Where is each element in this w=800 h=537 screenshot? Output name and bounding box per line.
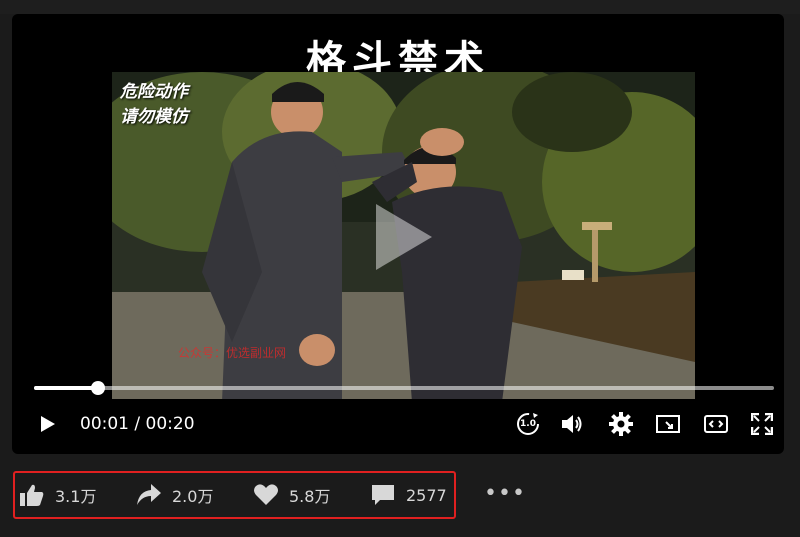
volume-icon <box>562 415 582 433</box>
share-count: 2.0万 <box>172 487 214 506</box>
share-arrow-icon <box>137 484 161 505</box>
favorite-count: 5.8万 <box>289 487 331 506</box>
theater-mode-icon <box>704 415 728 433</box>
heart-icon <box>254 484 278 505</box>
fullscreen-button[interactable] <box>749 406 775 442</box>
progress-bar-handle[interactable] <box>90 381 105 395</box>
picture-in-picture-icon <box>656 415 680 433</box>
engagement-actions: 3.1万 2.0万 5.8万 2577 <box>13 471 456 519</box>
play-icon <box>41 416 55 432</box>
thumbs-up-icon <box>20 484 44 506</box>
warning-caption: 危险动作 请勿模仿 <box>120 80 188 130</box>
video-frame[interactable]: 危险动作 请勿模仿 公众号：优选副业网 <box>112 72 695 399</box>
video-player[interactable]: 格斗禁术 危险动作 请勿模仿 公众号：优选副业网 00:01 / 00:20 1… <box>12 14 784 454</box>
comment-button[interactable]: 2577 <box>370 473 447 517</box>
top-strip <box>0 0 800 14</box>
share-button[interactable]: 2.0万 <box>136 473 213 517</box>
progress-bar-fill <box>34 386 98 390</box>
fullscreen-icon <box>751 413 773 435</box>
progress-bar[interactable] <box>34 381 774 395</box>
comment-count: 2577 <box>406 485 447 505</box>
comment-bubble-icon <box>372 485 394 505</box>
gear-icon <box>609 412 633 436</box>
more-options-button[interactable]: ••• <box>484 480 526 508</box>
playback-speed-label: 1.0 <box>520 419 536 429</box>
volume-button[interactable] <box>560 406 586 442</box>
playback-speed-button[interactable]: 1.0 <box>515 406 541 442</box>
player-controls: 00:01 / 00:20 1.0 <box>12 406 784 442</box>
like-button[interactable]: 3.1万 <box>19 473 96 517</box>
warning-caption-line-2: 请勿模仿 <box>120 107 188 127</box>
time-display: 00:01 / 00:20 <box>80 414 195 434</box>
like-count: 3.1万 <box>55 487 97 506</box>
play-button[interactable] <box>36 406 60 442</box>
settings-button[interactable] <box>608 406 634 442</box>
picture-in-picture-button[interactable] <box>654 406 682 442</box>
warning-caption-line-1: 危险动作 <box>120 82 188 102</box>
theater-mode-button[interactable] <box>702 406 730 442</box>
center-play-icon[interactable] <box>374 202 434 272</box>
watermark-text: 公众号：优选副业网 <box>178 346 287 360</box>
favorite-button[interactable]: 5.8万 <box>253 473 330 517</box>
